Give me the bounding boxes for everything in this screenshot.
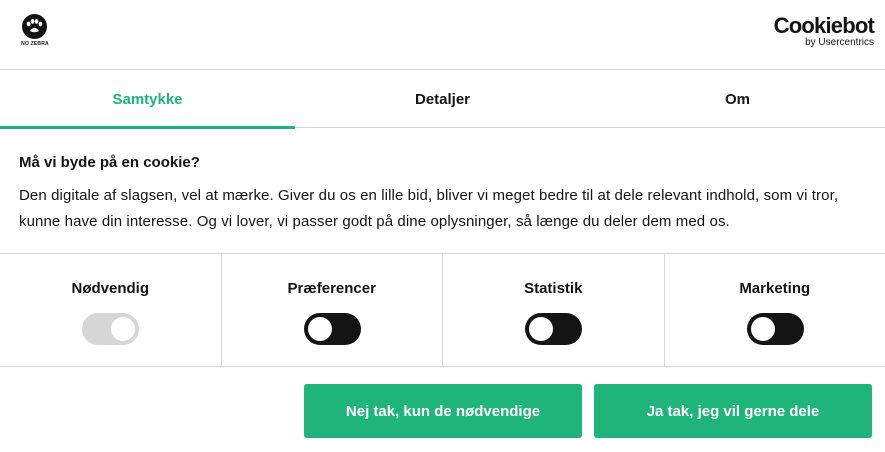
- toggle-label-necessary: Nødvendig: [71, 280, 150, 297]
- toggle-knob: [307, 317, 332, 341]
- cookiebot-logo[interactable]: Cookiebot by Usercentrics: [773, 13, 875, 49]
- toggle-statistics[interactable]: [525, 313, 583, 345]
- consent-toggles: Nødvendig Præferencer Statistik Marketin…: [0, 253, 885, 367]
- cookiebot-name: Cookiebot: [773, 13, 875, 38]
- consent-title: Må vi byde på en cookie?: [19, 154, 200, 171]
- toggle-label-marketing: Marketing: [739, 280, 811, 297]
- toggle-knob: [111, 317, 136, 341]
- toggle-group-marketing: Marketing: [665, 254, 885, 366]
- toggle-knob: [750, 317, 775, 341]
- tab-bar: Samtykke Detaljer Om: [0, 70, 885, 129]
- necessary-only-button[interactable]: Nej tak, kun de nødvendige: [304, 384, 582, 438]
- brand-logo: NO ZEBRA: [18, 14, 52, 50]
- toggle-marketing[interactable]: [746, 313, 804, 345]
- accept-all-button[interactable]: Ja tak, jeg vil gerne dele: [594, 384, 872, 438]
- brand-name: NO ZEBRA: [21, 41, 49, 47]
- paw-icon: [22, 14, 47, 39]
- consent-body: Må vi byde på en cookie? Den digitale af…: [19, 153, 869, 235]
- toggle-necessary: [82, 313, 140, 345]
- toggle-group-statistics: Statistik: [443, 254, 665, 366]
- tab-om[interactable]: Om: [590, 70, 885, 128]
- dialog-header: NO ZEBRA Cookiebot by Usercentrics: [0, 0, 885, 70]
- toggle-preferences[interactable]: [303, 313, 361, 345]
- toggle-label-preferences: Præferencer: [287, 280, 376, 297]
- toggle-knob: [529, 317, 554, 341]
- toggle-group-preferences: Præferencer: [222, 254, 443, 366]
- tab-detaljer[interactable]: Detaljer: [295, 70, 590, 128]
- tab-samtykke[interactable]: Samtykke: [0, 70, 295, 129]
- toggle-group-necessary: Nødvendig: [0, 254, 222, 366]
- toggle-label-statistics: Statistik: [524, 280, 583, 297]
- consent-description: Den digitale af slagsen, vel at mærke. G…: [19, 187, 839, 230]
- cookiebot-byline: by Usercentrics: [805, 37, 874, 48]
